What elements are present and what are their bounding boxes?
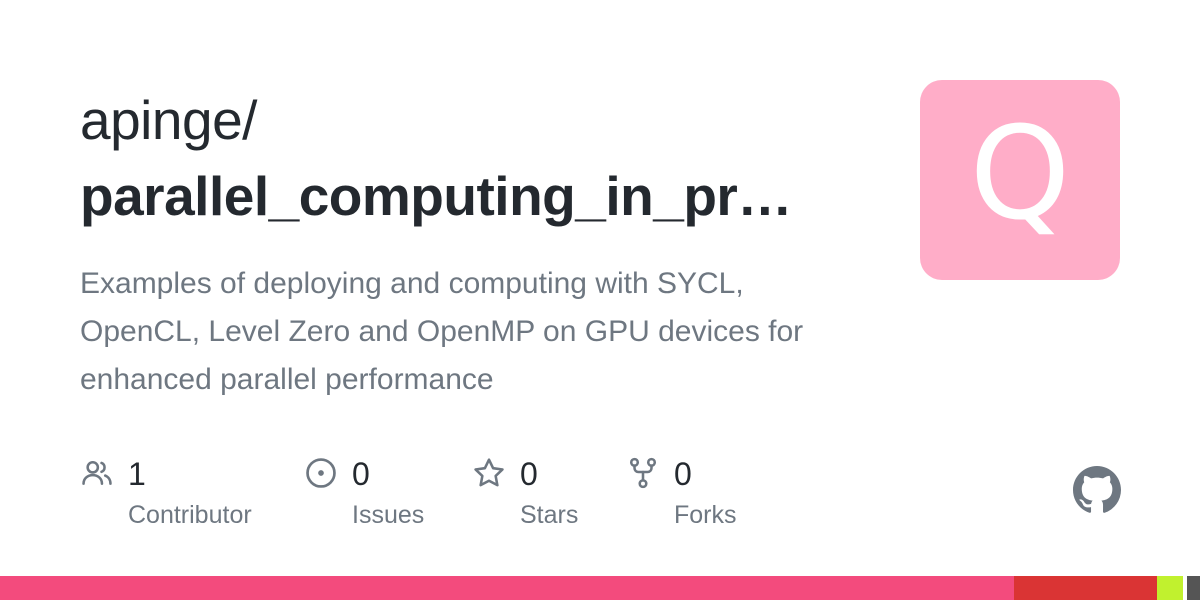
- forks-label: Forks: [674, 501, 737, 529]
- stars-count: 0: [520, 456, 538, 492]
- language-bar-segment: [1014, 576, 1157, 600]
- issues-count: 0: [352, 456, 370, 492]
- people-icon: [82, 460, 112, 485]
- github-logo-icon[interactable]: [1073, 466, 1121, 514]
- avatar-letter-graphic: Q: [970, 100, 1071, 249]
- owner-avatar[interactable]: Q: [920, 80, 1120, 280]
- star-icon: [474, 458, 504, 487]
- language-bar-segment: [0, 576, 1014, 600]
- language-bar-segment: [1186, 576, 1200, 600]
- language-bar-segment: [1156, 576, 1184, 600]
- repo-owner[interactable]: apinge/: [80, 84, 257, 156]
- stars-label: Stars: [520, 501, 579, 529]
- repo-forked-icon: [629, 457, 657, 489]
- repo-description: Examples of deploying and computing with…: [80, 267, 804, 396]
- issue-opened-icon: [306, 458, 336, 488]
- contributors-label: Contributor: [128, 501, 252, 529]
- avatar-letter: Q: [970, 100, 1071, 249]
- repo-name[interactable]: parallel_computing_in_pr…: [80, 160, 840, 232]
- language-bar: [0, 576, 1200, 600]
- forks-count: 0: [674, 456, 692, 492]
- contributors-count: 1: [128, 456, 146, 492]
- issues-label: Issues: [352, 501, 425, 529]
- repo-social-card: apinge/ parallel_computing_in_pr… Exampl…: [0, 0, 1200, 600]
